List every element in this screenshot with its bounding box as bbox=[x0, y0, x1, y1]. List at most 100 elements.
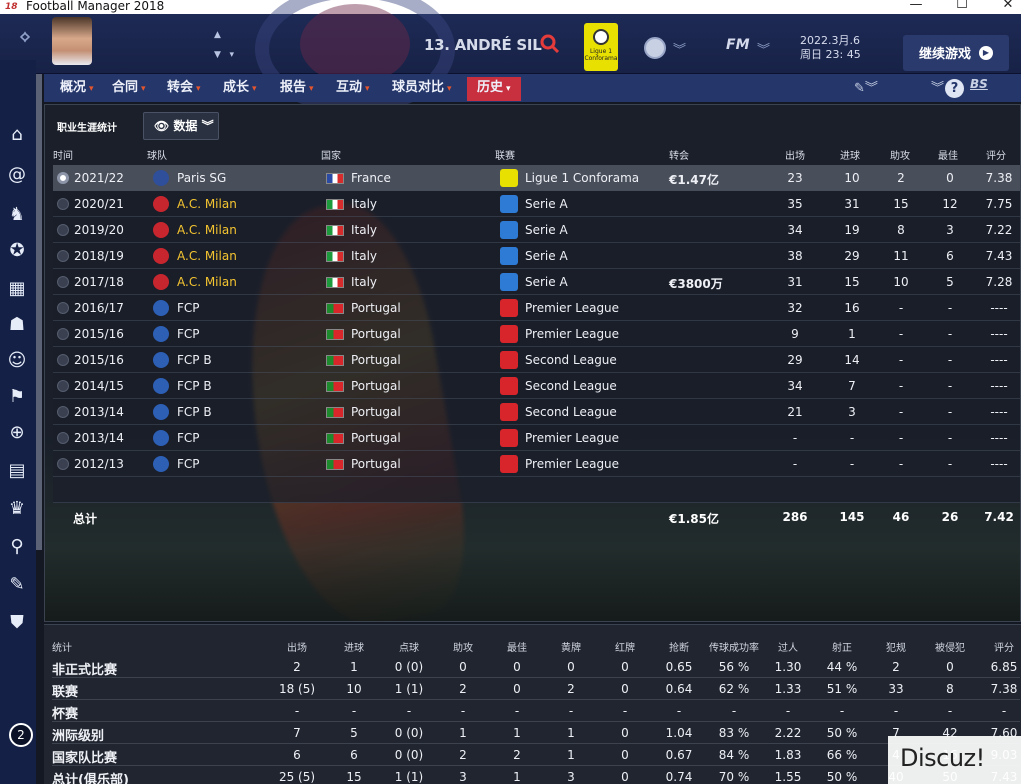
stats-col-header[interactable]: 助攻 bbox=[433, 639, 493, 654]
row-radio[interactable] bbox=[57, 458, 69, 470]
tab-reports[interactable]: 报告 ▾ bbox=[270, 77, 324, 101]
row-radio[interactable] bbox=[57, 224, 69, 236]
country-cell[interactable]: Italy bbox=[351, 275, 377, 289]
career-row[interactable]: 2021/22 Paris SG France Ligue 1 Conforama €1… bbox=[53, 165, 1020, 191]
search-icon[interactable]: ⚲ bbox=[6, 536, 28, 558]
stats-row[interactable]: 总计(俱乐部) 25 (5) 15 1 (1) 3 1 3 0 0.74 70 % 1.55 50 %… bbox=[52, 766, 1020, 784]
club-cell[interactable]: FCP bbox=[177, 301, 200, 315]
stats-col-header[interactable]: 被侵犯 bbox=[920, 639, 980, 654]
stats-row[interactable]: 非正式比赛 2 1 0 (0) 0 0 0 0 0.65 56 % 1.30 44 % 2 0 6.85 bbox=[52, 656, 1020, 678]
row-radio[interactable] bbox=[57, 354, 69, 366]
training-icon[interactable]: ▦ bbox=[6, 278, 28, 300]
row-radio[interactable] bbox=[57, 432, 69, 444]
stats-row[interactable]: 洲际级别 7 5 0 (0) 1 1 1 0 1.04 83 % 2.22 50 % 7 42 7.60 bbox=[52, 722, 1020, 744]
row-radio[interactable] bbox=[57, 250, 69, 262]
career-row[interactable]: 2016/17 FCP Portugal Premier League 32 16- - --… bbox=[53, 295, 1020, 321]
tab-development[interactable]: 成长 ▾ bbox=[213, 77, 267, 101]
search-icon[interactable] bbox=[540, 34, 560, 54]
chevron-down-icon[interactable]: ︾ bbox=[673, 39, 686, 58]
league-cell[interactable]: Premier League bbox=[525, 327, 619, 341]
col-header-transfer[interactable]: 转会 bbox=[669, 147, 689, 162]
club-cell[interactable]: FCP bbox=[177, 457, 200, 471]
home-icon[interactable]: ⌂ bbox=[6, 124, 28, 146]
calendar-icon[interactable]: ▤ bbox=[6, 460, 28, 482]
fm-menu[interactable]: FM bbox=[726, 37, 750, 53]
country-cell[interactable]: Portugal bbox=[351, 327, 401, 341]
stats-col-header[interactable]: 最佳 bbox=[487, 639, 547, 654]
row-radio[interactable] bbox=[57, 406, 69, 418]
stats-col-header[interactable]: 传球成功率 bbox=[704, 639, 764, 654]
league-cell[interactable]: Premier League bbox=[525, 431, 619, 445]
stats-col-header[interactable]: 点球 bbox=[379, 639, 439, 654]
left-scrollbar[interactable] bbox=[36, 74, 42, 550]
edit-icon[interactable]: ✎︾ bbox=[854, 77, 878, 96]
stats-col-header[interactable]: 出场 bbox=[267, 639, 327, 654]
league-cell[interactable]: Second League bbox=[525, 353, 617, 367]
row-radio[interactable] bbox=[57, 380, 69, 392]
row-radio[interactable] bbox=[57, 198, 69, 210]
finance-icon[interactable]: ⛊ bbox=[6, 612, 28, 634]
career-row[interactable]: 2013/14 FCP B Portugal Second League 21 3- - --… bbox=[53, 399, 1020, 425]
career-row[interactable]: 2015/16 FCP Portugal Premier League 9 1- - ---- bbox=[53, 321, 1020, 347]
club-cell[interactable]: A.C. Milan bbox=[177, 249, 237, 263]
tab-contract[interactable]: 合同 ▾ bbox=[102, 77, 156, 101]
tactics-icon[interactable]: ✪ bbox=[6, 240, 28, 262]
country-cell[interactable]: Portugal bbox=[351, 405, 401, 419]
club-cell[interactable]: FCP B bbox=[177, 379, 212, 393]
league-cell[interactable]: Ligue 1 Conforama bbox=[525, 171, 639, 185]
row-radio[interactable] bbox=[57, 328, 69, 340]
help-icon[interactable]: ? bbox=[945, 79, 964, 98]
country-cell[interactable]: Portugal bbox=[351, 431, 401, 445]
bs-button[interactable]: BS bbox=[970, 77, 988, 91]
club-cell[interactable]: A.C. Milan bbox=[177, 223, 237, 237]
league-cell[interactable]: Serie A bbox=[525, 249, 568, 263]
league-badge[interactable]: Ligue 1 Conforama bbox=[584, 23, 618, 71]
col-header-league[interactable]: 联赛 bbox=[495, 147, 515, 162]
stats-row[interactable]: 联赛 18 (5) 10 1 (1) 2 0 2 0 0.64 62 % 1.33 51 % 33 8 7.… bbox=[52, 678, 1020, 700]
staff-icon[interactable]: ☗ bbox=[6, 314, 28, 336]
league-cell[interactable]: Second League bbox=[525, 405, 617, 419]
stats-col-header[interactable]: 评分 bbox=[974, 639, 1021, 654]
league-cell[interactable]: Serie A bbox=[525, 197, 568, 211]
country-cell[interactable]: Portugal bbox=[351, 379, 401, 393]
player-switch-stepper[interactable]: ▲ ▼ ▾ bbox=[214, 30, 248, 60]
career-row[interactable]: 2018/19 A.C. Milan Italy Serie A 38 29 11 6 7.43 bbox=[53, 243, 1020, 269]
league-cell[interactable]: Premier League bbox=[525, 457, 619, 471]
back-forward-icon[interactable]: ‹› bbox=[0, 14, 44, 60]
league-cell[interactable]: Premier League bbox=[525, 301, 619, 315]
career-row[interactable]: 2014/15 FCP B Portugal Second League 34 7- - --… bbox=[53, 373, 1020, 399]
view-dropdown[interactable]: 👁 数据 ︾ bbox=[143, 112, 219, 140]
inbox-icon[interactable]: @ bbox=[6, 164, 28, 186]
development-icon[interactable]: ⚑ bbox=[6, 386, 28, 408]
minimize-icon[interactable]: — bbox=[893, 0, 939, 14]
row-radio[interactable] bbox=[57, 172, 69, 184]
trophy-icon[interactable]: ♛ bbox=[6, 498, 28, 520]
maximize-icon[interactable]: ☐ bbox=[939, 0, 985, 14]
col-header-country[interactable]: 国家 bbox=[321, 147, 341, 162]
stats-col-header[interactable]: 犯规 bbox=[866, 639, 926, 654]
tab-transfer[interactable]: 转会 ▾ bbox=[157, 77, 211, 101]
career-row[interactable]: 2015/16 FCP B Portugal Second League 29 14- - -… bbox=[53, 347, 1020, 373]
country-cell[interactable]: France bbox=[351, 171, 391, 185]
tab-interaction[interactable]: 互动 ▾ bbox=[326, 77, 380, 101]
club-cell[interactable]: FCP bbox=[177, 431, 200, 445]
tab-overview[interactable]: 概况 ▾ bbox=[50, 77, 104, 101]
career-row[interactable]: 2013/14 FCP Portugal Premier League - - - - ---- bbox=[53, 425, 1020, 451]
col-header-pom[interactable]: 最佳 bbox=[938, 147, 958, 162]
tab-history[interactable]: 历史 ▾ bbox=[467, 77, 521, 101]
globe-icon[interactable] bbox=[644, 37, 666, 59]
stats-col-header[interactable]: 黄牌 bbox=[541, 639, 601, 654]
stats-col-header[interactable]: 射正 bbox=[812, 639, 872, 654]
career-row[interactable]: 2019/20 A.C. Milan Italy Serie A 34 19 8 3 7.22 bbox=[53, 217, 1020, 243]
col-header-goals[interactable]: 进球 bbox=[840, 147, 860, 162]
add-icon[interactable]: ⊕ bbox=[6, 422, 28, 444]
help-chevron-icon[interactable]: ︾ bbox=[931, 77, 944, 96]
club-cell[interactable]: A.C. Milan bbox=[177, 197, 237, 211]
continue-button[interactable]: 继续游戏 ▶ bbox=[903, 35, 1009, 71]
stats-col-header[interactable]: 过人 bbox=[758, 639, 818, 654]
scouting-icon[interactable]: ✎ bbox=[6, 574, 28, 596]
stats-col-header[interactable]: 进球 bbox=[324, 639, 384, 654]
club-cell[interactable]: A.C. Milan bbox=[177, 275, 237, 289]
country-cell[interactable]: Portugal bbox=[351, 457, 401, 471]
club-cell[interactable]: Paris SG bbox=[177, 171, 226, 185]
